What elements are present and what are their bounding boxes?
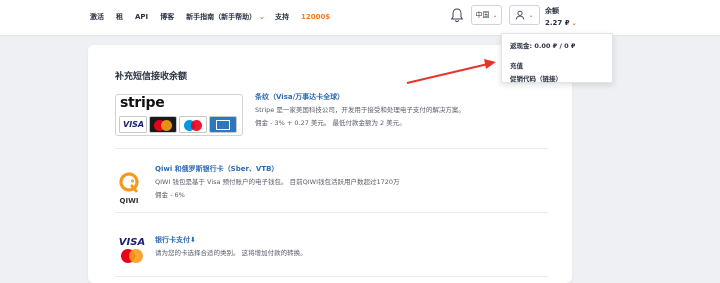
language-value: 中国 — [475, 11, 490, 19]
mastercard-icon — [149, 116, 177, 133]
payment-method-qiwi[interactable]: QIWI Qiwi 和俄罗斯银行卡（Sber、VTB） QIWI 钱包是基于 V… — [115, 149, 548, 213]
stripe-logo[interactable]: stripe VISA — [115, 94, 243, 136]
qiwi-logo[interactable]: QIWI — [118, 171, 140, 205]
chevron-down-icon[interactable]: ⌄ — [259, 13, 265, 21]
payment-method-stripe[interactable]: stripe VISA 条纹（Visa/万事达卡全球） Stripe 是一家美国… — [115, 91, 548, 149]
main-nav: 激活 租 API 博客 新手指南（新手帮助） ⌄ 支持 12000$ — [90, 12, 342, 22]
balance-value: 2.27 ₽ — [545, 19, 570, 27]
card-logos-row: VISA — [119, 116, 237, 133]
visa-mastercard-logo[interactable]: VISA — [118, 235, 146, 265]
maestro-icon — [179, 116, 207, 133]
method-text: Qiwi 和俄罗斯银行卡（Sber、VTB） QIWI 钱包是基于 Visa 预… — [155, 163, 400, 202]
balance-value-row: 2.27 ₽ ⌄ — [545, 19, 577, 27]
chevron-down-icon: ⌄ — [492, 11, 498, 19]
language-select[interactable]: 中国 ⌄ — [471, 5, 502, 25]
visa-icon: VISA — [119, 116, 147, 133]
balance-label: 余额 — [545, 7, 559, 15]
method-text: 银行卡支付⬇ 请为您的卡选择合适的类别。 这将增加付款的转换。 — [155, 234, 307, 260]
topup-link[interactable]: 充值 — [510, 60, 604, 70]
promo-code-link[interactable]: 促销代码（链接） — [510, 73, 604, 83]
cashback-text: 返现金: 0.00 ₽ / 0 ₽ — [510, 42, 576, 50]
method-fee: 佣金 - 3% + 0.27 美元。 最低付款金额为 2 美元。 — [255, 119, 406, 127]
balance-widget[interactable]: 余额 2.27 ₽ ⌄ — [545, 6, 577, 27]
topup-card: 补充短信接收余额 stripe VISA 条纹（Visa/万事达卡全球） Str… — [88, 45, 572, 283]
nav-blog[interactable]: 博客 — [160, 12, 174, 22]
nav-promo[interactable]: 12000$ — [301, 13, 330, 21]
method-description: 请为您的卡选择合适的类别。 这将增加付款的转换。 — [155, 249, 307, 257]
method-description: QIWI 钱包是基于 Visa 预付账户的电子钱包。 目前QIWI钱包活跃用户数… — [155, 178, 400, 186]
amex-icon — [209, 116, 237, 133]
nav-activation[interactable]: 激活 — [90, 12, 104, 22]
svg-text:QIWI: QIWI — [120, 197, 139, 205]
method-text: 条纹（Visa/万事达卡全球） Stripe 是一家美国科技公司，开发用于接受和… — [255, 91, 465, 130]
method-description: Stripe 是一家美国科技公司，开发用于接受和处理电子支付的解决方案。 — [255, 106, 465, 114]
stripe-wordmark: stripe — [120, 95, 165, 111]
balance-dropdown: 返现金: 0.00 ₽ / 0 ₽ 充值 促销代码（链接） — [501, 33, 613, 83]
method-title[interactable]: 条纹（Visa/万事达卡全球） — [255, 91, 465, 104]
method-fee: 佣金 - 6% — [155, 191, 185, 199]
svg-text:VISA: VISA — [119, 237, 145, 248]
payment-method-bank-card[interactable]: VISA 银行卡支付⬇ 请为您的卡选择合适的类别。 这将增加付款的转换。 — [115, 213, 548, 277]
nav-beginner-guide[interactable]: 新手指南（新手帮助） — [186, 12, 256, 22]
chevron-down-icon: ⌄ — [571, 20, 577, 27]
bell-icon[interactable] — [449, 7, 465, 23]
user-menu-button[interactable]: ⌄ — [509, 5, 540, 25]
method-title[interactable]: 银行卡支付⬇ — [155, 234, 307, 247]
user-icon — [516, 10, 525, 20]
method-title[interactable]: Qiwi 和俄罗斯银行卡（Sber、VTB） — [155, 163, 400, 176]
nav-support[interactable]: 支持 — [275, 12, 289, 22]
nav-rent[interactable]: 租 — [116, 12, 123, 22]
chevron-down-icon: ⌄ — [528, 11, 534, 19]
top-navigation-bar: 激活 租 API 博客 新手指南（新手帮助） ⌄ 支持 12000$ 中国 ⌄ … — [0, 0, 720, 36]
nav-api[interactable]: API — [135, 13, 148, 21]
page-title: 补充短信接收余额 — [115, 72, 188, 82]
